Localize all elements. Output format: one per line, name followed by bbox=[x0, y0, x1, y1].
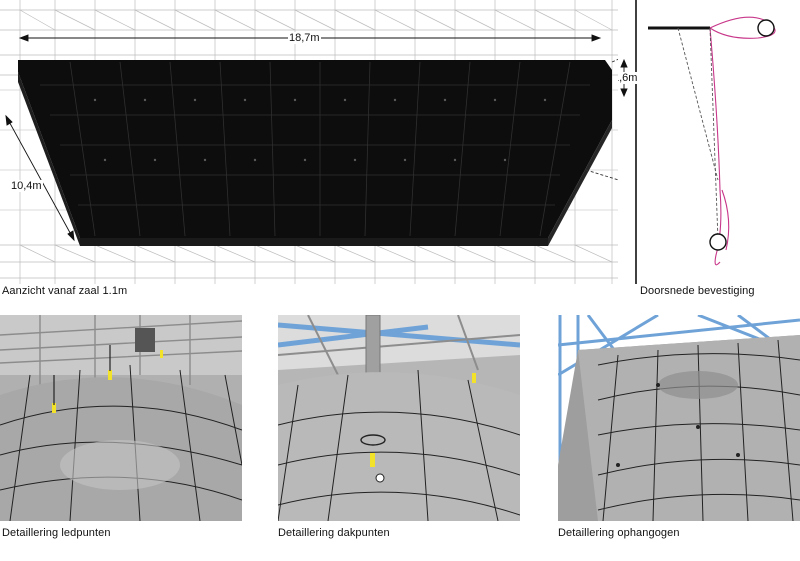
section-panel: 1,6m bbox=[618, 0, 800, 284]
main-view-panel: 18,7m 10,4m bbox=[0, 0, 618, 284]
detail-suspension-caption: Detaillering ophangogen bbox=[558, 527, 680, 539]
upper-pulley-icon bbox=[757, 19, 775, 37]
detail-roof-panel bbox=[278, 315, 520, 521]
section-caption: Doorsnede bevestiging bbox=[640, 285, 755, 297]
detail-roof-caption: Detaillering dakpunten bbox=[278, 527, 390, 539]
detail-suspension-render bbox=[558, 315, 800, 521]
main-view-caption: Aanzicht vanaf zaal 1.1m bbox=[2, 285, 128, 297]
height-dimension-label: 1,6m bbox=[618, 72, 639, 84]
detail-led-caption: Detaillering ledpunten bbox=[2, 527, 111, 539]
depth-dimension-label: 10,4m bbox=[10, 180, 43, 192]
detail-roof-render bbox=[278, 315, 520, 521]
detail-led-panel bbox=[0, 315, 242, 521]
detail-led-render bbox=[0, 315, 242, 521]
detail-suspension-panel bbox=[558, 315, 800, 521]
magenta-cable bbox=[709, 16, 776, 266]
section-drawing bbox=[620, 0, 776, 284]
black-canopy bbox=[18, 60, 612, 246]
lower-pulley-icon bbox=[709, 233, 727, 251]
width-dimension-label: 18,7m bbox=[288, 32, 321, 44]
